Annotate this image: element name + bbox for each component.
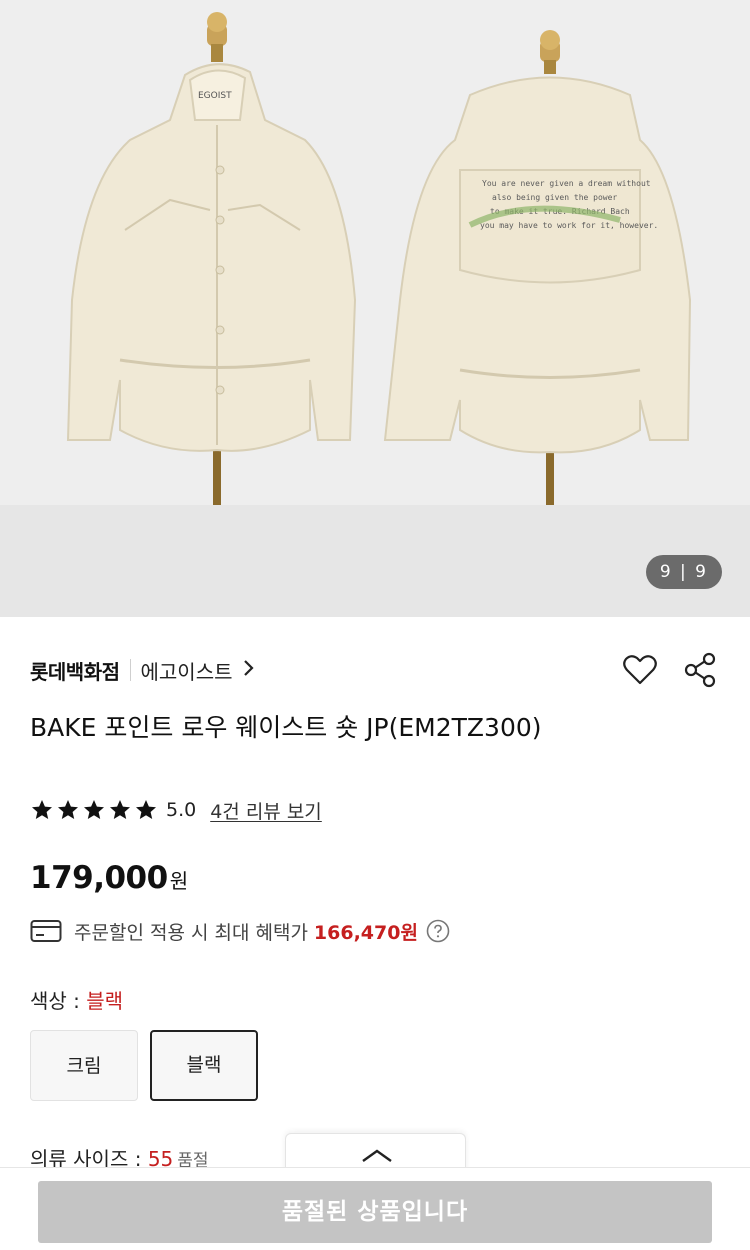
rating-stars — [30, 798, 158, 822]
print-line-4: you may have to work for it, however. — [480, 221, 658, 230]
star-icon — [136, 800, 156, 819]
product-image-gallery[interactable]: EGOIST You are never given a dream witho… — [0, 0, 750, 617]
color-label: 색상 : 블랙 — [30, 985, 123, 1014]
color-option-black[interactable]: 블랙 — [150, 1030, 258, 1101]
rating-row: 5.0 4건 리뷰 보기 — [30, 795, 322, 825]
share-button[interactable] — [680, 650, 720, 690]
brand-name: 에고이스트 — [140, 659, 233, 684]
color-option-cream[interactable]: 크림 — [30, 1030, 138, 1101]
share-icon — [684, 652, 716, 688]
soldout-button[interactable]: 품절된 상품입니다 — [38, 1181, 712, 1243]
color-label-text: 색상 : — [30, 989, 87, 1013]
star-icon — [110, 800, 130, 819]
star-icon — [32, 800, 52, 819]
store-row: 롯데백화점 에고이스트 — [30, 650, 720, 690]
product-photo: EGOIST You are never given a dream witho… — [66, 12, 692, 505]
rating-score: 5.0 — [166, 799, 197, 821]
print-line-1: You are never given a dream without — [482, 179, 651, 188]
brand-link[interactable]: 에고이스트 — [141, 656, 255, 685]
mannequin-label: EGOIST — [198, 91, 232, 101]
question-circle-icon[interactable] — [426, 919, 450, 943]
price-value: 179,000 — [30, 860, 168, 896]
card-icon — [30, 920, 62, 942]
price-currency: 원 — [169, 869, 189, 893]
chevron-right-icon — [243, 658, 255, 682]
selected-color: 블랙 — [86, 989, 124, 1013]
chevron-up-icon — [362, 1149, 392, 1162]
review-link[interactable]: 4건 리뷰 보기 — [210, 797, 322, 824]
bottom-action-bar: 품절된 상품입니다 — [0, 1167, 750, 1250]
star-icon — [58, 800, 78, 819]
product-title: BAKE 포인트 로우 웨이스트 숏 JP(EM2TZ300) — [30, 713, 542, 742]
store-name: 롯데백화점 — [30, 659, 120, 684]
wishlist-button[interactable] — [620, 650, 660, 690]
print-line-2: also being given the power — [492, 193, 617, 202]
divider — [129, 659, 131, 681]
price-row: 179,000 원 — [30, 860, 188, 896]
benefit-amount: 166,470원 — [313, 921, 418, 944]
heart-icon — [623, 655, 657, 685]
benefit-text: 주문할인 적용 시 최대 혜택가 — [74, 921, 308, 944]
star-icon — [84, 800, 104, 819]
benefit-row: 주문할인 적용 시 최대 혜택가 166,470원 — [30, 916, 450, 946]
image-counter: 9 | 9 — [645, 555, 722, 589]
